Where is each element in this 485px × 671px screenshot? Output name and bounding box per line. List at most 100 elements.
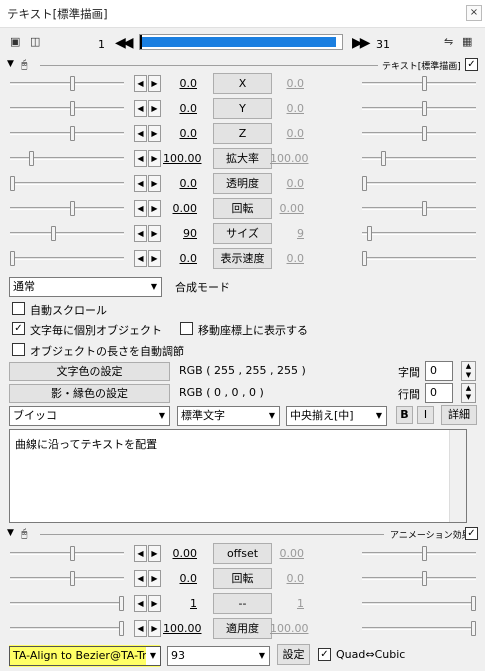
slider-thumb[interactable] — [70, 126, 75, 141]
slider-thumb[interactable] — [422, 101, 427, 116]
decrement-button[interactable]: ◀ — [134, 100, 147, 117]
increment-button[interactable]: ▶ — [148, 545, 161, 562]
per-char-checkbox[interactable]: ✓ — [12, 322, 25, 335]
text-enable-checkbox[interactable]: ✓ — [465, 58, 478, 71]
collapse-arrow-icon[interactable]: ▼ — [7, 528, 14, 538]
left-slider[interactable] — [10, 76, 124, 91]
script-select[interactable]: TA-Align to Bezier@TA-Tr ▼ — [9, 646, 161, 666]
slider-thumb[interactable] — [422, 126, 427, 141]
right-slider[interactable] — [362, 126, 476, 141]
layer-icon[interactable]: ◫ — [30, 36, 43, 47]
increment-button[interactable]: ▶ — [148, 200, 161, 217]
start-value[interactable]: 0.00 — [163, 547, 198, 560]
start-value[interactable]: 1 — [163, 597, 197, 610]
text-input-area[interactable]: 曲線に沿ってテキストを配置 — [9, 429, 467, 523]
increment-button[interactable]: ▶ — [148, 75, 161, 92]
left-slider[interactable] — [10, 571, 124, 586]
slider-thumb[interactable] — [422, 76, 427, 91]
end-value[interactable]: 0.0 — [270, 252, 305, 265]
param-button[interactable]: Z — [213, 123, 272, 144]
param-button[interactable]: サイズ — [213, 223, 272, 244]
slider-thumb[interactable] — [29, 151, 34, 166]
font-style-select[interactable]: 標準文字 ▼ — [177, 406, 280, 426]
param-button[interactable]: -- — [213, 593, 272, 614]
param-button[interactable]: 表示速度 — [213, 248, 272, 269]
right-slider[interactable] — [362, 151, 476, 166]
slider-thumb[interactable] — [70, 201, 75, 216]
timeline-marker[interactable] — [140, 35, 142, 49]
slider-thumb[interactable] — [10, 176, 15, 191]
increment-button[interactable]: ▶ — [148, 150, 161, 167]
slider-thumb[interactable] — [119, 621, 124, 636]
animation-enable-checkbox[interactable]: ✓ — [465, 527, 478, 540]
increment-button[interactable]: ▶ — [148, 595, 161, 612]
start-value[interactable]: 0.0 — [163, 127, 198, 140]
start-value[interactable]: 0.0 — [163, 77, 198, 90]
increment-button[interactable]: ▶ — [148, 620, 161, 637]
decrement-button[interactable]: ◀ — [134, 545, 147, 562]
link-icon[interactable]: ⇋ — [444, 36, 457, 47]
timeline-bar[interactable] — [139, 34, 343, 50]
end-value[interactable]: 0.00 — [270, 547, 305, 560]
end-value[interactable]: 0.0 — [270, 127, 305, 140]
right-slider[interactable] — [362, 226, 476, 241]
decrement-button[interactable]: ◀ — [134, 150, 147, 167]
param-button[interactable]: 回転 — [213, 198, 272, 219]
start-value[interactable]: 100.00 — [163, 152, 202, 165]
grid-icon[interactable]: ▦ — [462, 36, 475, 47]
slider-thumb[interactable] — [119, 596, 124, 611]
next-frame-button[interactable]: ▶▶ — [352, 36, 370, 50]
start-value[interactable]: 0.00 — [163, 202, 198, 215]
end-value[interactable]: 100.00 — [270, 152, 309, 165]
end-value[interactable]: 0.0 — [270, 102, 305, 115]
char-spacing-input[interactable]: 0 — [425, 361, 453, 381]
slider-thumb[interactable] — [422, 546, 427, 561]
right-slider[interactable] — [362, 546, 476, 561]
left-slider[interactable] — [10, 621, 124, 636]
vertical-scrollbar[interactable] — [449, 430, 466, 522]
start-value[interactable]: 0.0 — [163, 252, 198, 265]
param-button[interactable]: offset — [213, 543, 272, 564]
end-value[interactable]: 1 — [270, 597, 304, 610]
prev-frame-button[interactable]: ◀◀ — [115, 36, 133, 50]
decrement-button[interactable]: ◀ — [134, 175, 147, 192]
left-slider[interactable] — [10, 596, 124, 611]
slider-thumb[interactable] — [70, 76, 75, 91]
blend-mode-select[interactable]: 通常 ▼ — [9, 277, 162, 297]
right-slider[interactable] — [362, 621, 476, 636]
slider-thumb[interactable] — [362, 251, 367, 266]
left-slider[interactable] — [10, 546, 124, 561]
decrement-button[interactable]: ◀ — [134, 200, 147, 217]
left-slider[interactable] — [10, 176, 124, 191]
italic-button[interactable]: I — [417, 406, 434, 424]
start-value[interactable]: 100.00 — [163, 622, 202, 635]
close-button[interactable]: × — [466, 5, 482, 21]
font-select[interactable]: ブイッコ ▼ — [9, 406, 170, 426]
char-spacing-stepper[interactable]: ▲ ▼ — [461, 361, 476, 381]
decrement-button[interactable]: ◀ — [134, 570, 147, 587]
slider-thumb[interactable] — [362, 176, 367, 191]
param-button[interactable]: X — [213, 73, 272, 94]
slider-thumb[interactable] — [51, 226, 56, 241]
shadow-color-button[interactable]: 影・縁色の設定 — [9, 384, 170, 403]
decrement-button[interactable]: ◀ — [134, 595, 147, 612]
start-value[interactable]: 0.0 — [163, 177, 198, 190]
end-value[interactable]: 0.0 — [270, 572, 305, 585]
slider-thumb[interactable] — [70, 546, 75, 561]
left-slider[interactable] — [10, 101, 124, 116]
line-spacing-stepper[interactable]: ▲ ▼ — [461, 383, 476, 403]
start-value[interactable]: 0.0 — [163, 102, 198, 115]
detail-button[interactable]: 詳細 — [441, 405, 477, 425]
start-value[interactable]: 90 — [163, 227, 197, 240]
param-button[interactable]: Y — [213, 98, 272, 119]
increment-button[interactable]: ▶ — [148, 250, 161, 267]
show-on-move-checkbox[interactable] — [180, 322, 193, 335]
end-value[interactable]: 0.00 — [270, 202, 305, 215]
right-slider[interactable] — [362, 571, 476, 586]
decrement-button[interactable]: ◀ — [134, 225, 147, 242]
increment-button[interactable]: ▶ — [148, 175, 161, 192]
decrement-button[interactable]: ◀ — [134, 125, 147, 142]
param-button[interactable]: 適用度 — [213, 618, 272, 639]
decrement-button[interactable]: ◀ — [134, 620, 147, 637]
end-value[interactable]: 0.0 — [270, 77, 305, 90]
